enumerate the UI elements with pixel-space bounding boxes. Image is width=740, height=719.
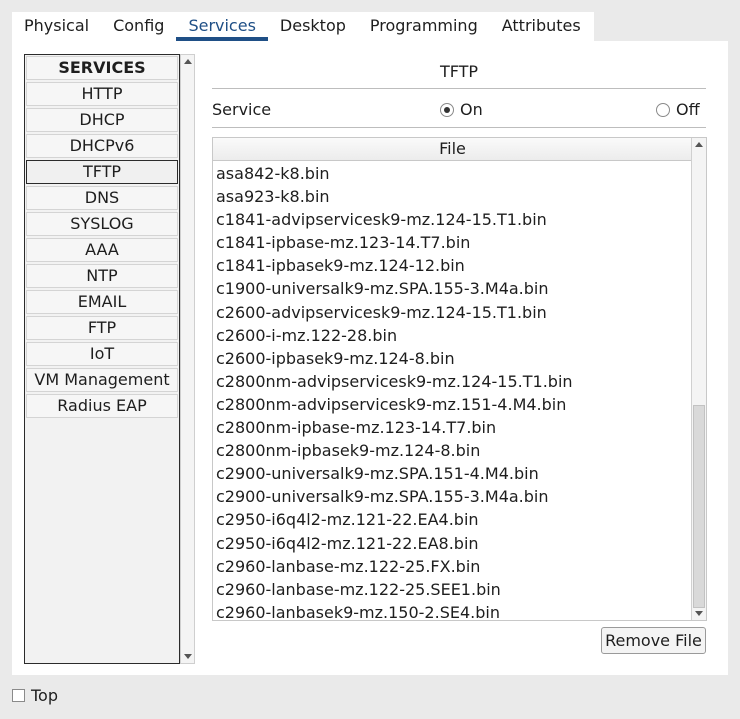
service-on-radio[interactable]: On <box>440 100 483 119</box>
file-scrollbar[interactable] <box>691 138 706 620</box>
service-item-vm-management[interactable]: VM Management <box>26 368 178 392</box>
file-row[interactable]: c1900-universalk9-mz.SPA.155-3.M4a.bin <box>216 277 686 300</box>
divider <box>212 88 706 89</box>
file-row[interactable]: c1841-ipbase-mz.123-14.T7.bin <box>216 231 686 254</box>
service-item-iot[interactable]: IoT <box>26 342 178 366</box>
file-row[interactable]: c2900-universalk9-mz.SPA.151-4.M4.bin <box>216 462 686 485</box>
radio-on-indicator[interactable] <box>440 102 454 117</box>
scroll-up-icon[interactable] <box>695 142 703 147</box>
service-item-tftp[interactable]: TFTP <box>26 160 178 184</box>
service-item-http[interactable]: HTTP <box>26 82 178 106</box>
file-row[interactable]: c2960-lanbase-mz.122-25.FX.bin <box>216 555 686 578</box>
scrollbar-thumb[interactable] <box>693 405 705 608</box>
tab-programming[interactable]: Programming <box>357 12 490 41</box>
file-row[interactable]: c2800nm-advipservicesk9-mz.124-15.T1.bin <box>216 370 686 393</box>
remove-file-button[interactable]: Remove File <box>601 627 706 654</box>
services-panel: SERVICES HTTP DHCP DHCPv6 TFTP DNS SYSLOG AAA NT… <box>12 41 728 675</box>
top-option[interactable]: Top <box>12 686 58 705</box>
service-item-ntp[interactable]: NTP <box>26 264 178 288</box>
file-row[interactable]: c1841-ipbasek9-mz.124-12.bin <box>216 254 686 277</box>
divider <box>212 127 706 128</box>
service-item-dns[interactable]: DNS <box>26 186 178 210</box>
tab-attributes[interactable]: Attributes <box>489 12 594 41</box>
file-row[interactable]: c2950-i6q4l2-mz.121-22.EA4.bin <box>216 508 686 531</box>
file-row[interactable]: c2600-ipbasek9-mz.124-8.bin <box>216 347 686 370</box>
service-item-syslog[interactable]: SYSLOG <box>26 212 178 236</box>
scroll-up-icon[interactable] <box>184 59 192 64</box>
services-list: SERVICES HTTP DHCP DHCPv6 TFTP DNS SYSLOG AAA NT… <box>24 54 180 664</box>
service-item-email[interactable]: EMAIL <box>26 290 178 314</box>
file-row[interactable]: c2800nm-ipbase-mz.123-14.T7.bin <box>216 416 686 439</box>
file-row[interactable]: asa923-k8.bin <box>216 185 686 208</box>
service-item-dhcp[interactable]: DHCP <box>26 108 178 132</box>
tab-desktop[interactable]: Desktop <box>267 12 358 41</box>
service-item-dhcpv6[interactable]: DHCPv6 <box>26 134 178 158</box>
services-header: SERVICES <box>26 56 178 80</box>
radio-off-indicator[interactable] <box>656 102 670 117</box>
file-row[interactable]: c2900-universalk9-mz.SPA.155-3.M4a.bin <box>216 485 686 508</box>
service-label: Service <box>212 100 272 119</box>
page-title: TFTP <box>439 62 479 81</box>
top-checkbox-label: Top <box>31 686 58 705</box>
tab-physical[interactable]: Physical <box>12 12 102 41</box>
radio-off-label: Off <box>676 100 700 119</box>
scroll-down-icon[interactable] <box>695 611 703 616</box>
file-list: asa842-k8.bin asa923-k8.bin c1841-advipser… <box>216 162 686 624</box>
file-row[interactable]: asa842-k8.bin <box>216 162 686 185</box>
service-item-radius-eap[interactable]: Radius EAP <box>26 394 178 418</box>
top-checkbox[interactable] <box>12 689 25 702</box>
tab-services[interactable]: Services <box>176 12 268 41</box>
service-item-aaa[interactable]: AAA <box>26 238 178 262</box>
file-row[interactable]: c2800nm-advipservicesk9-mz.151-4.M4.bin <box>216 393 686 416</box>
file-row[interactable]: c2960-lanbasek9-mz.150-2.SE4.bin <box>216 601 686 624</box>
file-row[interactable]: c1841-advipservicesk9-mz.124-15.T1.bin <box>216 208 686 231</box>
file-table: File asa842-k8.bin asa923-k8.bin c1841-adv… <box>212 137 707 624</box>
tab-config[interactable]: Config <box>101 12 177 41</box>
file-row[interactable]: c2600-advipservicesk9-mz.124-15.T1.bin <box>216 301 686 324</box>
service-item-ftp[interactable]: FTP <box>26 316 178 340</box>
tab-bar: Physical Config Services Desktop Programming… <box>12 12 594 42</box>
service-off-radio[interactable]: Off <box>656 100 700 119</box>
scroll-down-icon[interactable] <box>184 654 192 659</box>
file-row[interactable]: c2800nm-ipbasek9-mz.124-8.bin <box>216 439 686 462</box>
file-row[interactable]: c2950-i6q4l2-mz.121-22.EA8.bin <box>216 532 686 555</box>
file-column-header[interactable]: File <box>213 138 692 161</box>
file-row[interactable]: c2600-i-mz.122-28.bin <box>216 324 686 347</box>
services-scrollbar[interactable] <box>180 54 195 664</box>
file-row[interactable]: c2960-lanbase-mz.122-25.SEE1.bin <box>216 578 686 601</box>
radio-on-label: On <box>460 100 483 119</box>
